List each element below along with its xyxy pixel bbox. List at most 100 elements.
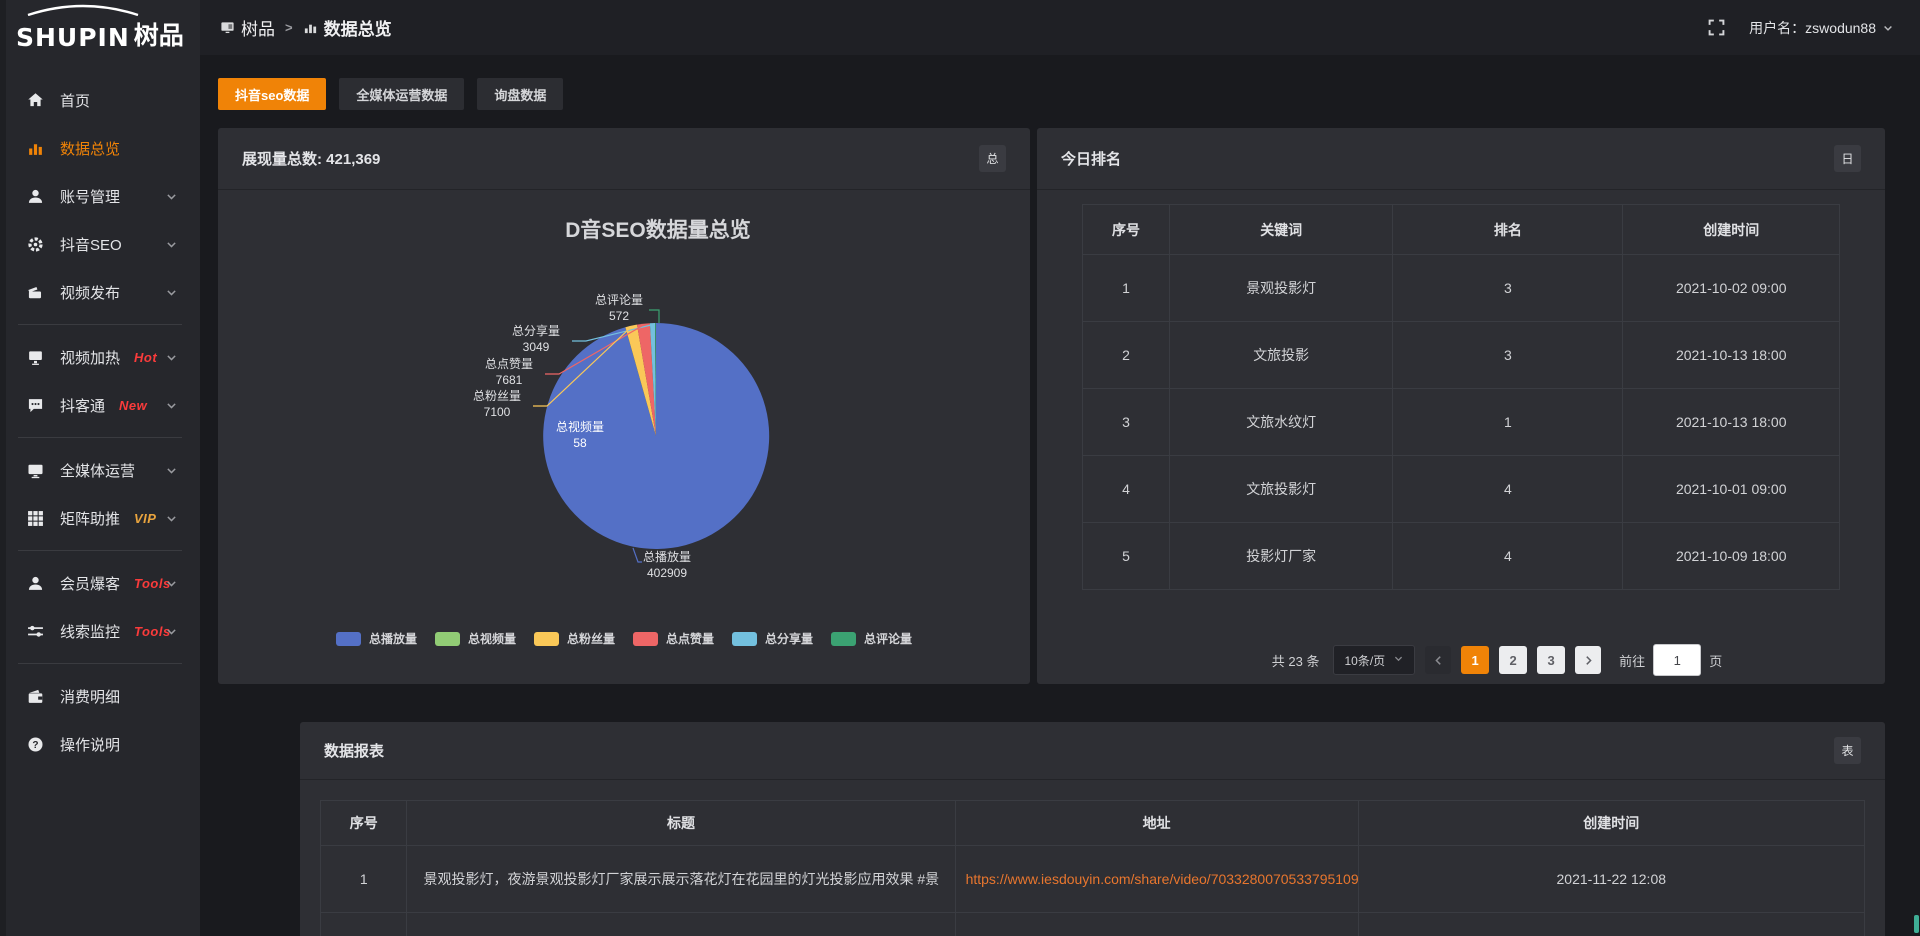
sidebar-item-member-burst[interactable]: 会员爆客Tools	[0, 559, 200, 607]
sidebar-item-label: 数据总览	[60, 138, 120, 159]
table-row	[321, 913, 1865, 936]
sidebar-item-douketong[interactable]: 抖客通New	[0, 381, 200, 429]
pie-label-3: 总粉丝量7100	[442, 388, 552, 420]
goto-page: 前往页	[1619, 644, 1722, 676]
legend-swatch	[336, 632, 361, 646]
legend-item[interactable]: 总分享量	[732, 630, 813, 647]
legend-item[interactable]: 总粉丝量	[534, 630, 615, 647]
table-cell: 投影灯厂家	[1170, 523, 1393, 590]
home-icon	[27, 91, 45, 109]
table-row: 1景观投影灯，夜游景观投影灯厂家展示展示落花灯在花园里的灯光投影应用效果 #景h…	[321, 846, 1865, 913]
table-cell: 文旅水纹灯	[1170, 389, 1393, 456]
user-menu[interactable]: 用户名：zswodun88	[1749, 18, 1894, 38]
sidebar-nav: 首页数据总览账号管理抖音SEO视频发布视频加热Hot抖客通New全媒体运营矩阵助…	[0, 76, 200, 768]
page-size-select[interactable]: 10条/页	[1333, 645, 1415, 675]
pagination: 共 23 条10条/页123前往页	[1073, 644, 1920, 676]
gear-icon	[27, 235, 45, 253]
sidebar-item-label: 首页	[60, 90, 90, 111]
sidebar-item-douyin-seo[interactable]: 抖音SEO	[0, 220, 200, 268]
monitor2-icon	[27, 348, 45, 366]
legend-swatch	[534, 632, 559, 646]
page-1[interactable]: 1	[1461, 646, 1489, 674]
ranking-day-toggle-button[interactable]: 日	[1834, 145, 1861, 172]
sidebar-item-help[interactable]: ?操作说明	[0, 720, 200, 768]
sidebar-item-label: 视频发布	[60, 282, 120, 303]
sidebar-item-account[interactable]: 账号管理	[0, 172, 200, 220]
logo[interactable]: SHUPIN 树品	[0, 0, 200, 62]
table-cell: 2021-10-01 09:00	[1623, 456, 1840, 523]
svg-text:?: ?	[32, 739, 38, 750]
sidebar-item-label: 线索监控	[60, 621, 120, 642]
sidebar-item-consume-detail[interactable]: 消费明细	[0, 672, 200, 720]
legend-label: 总点赞量	[666, 630, 714, 647]
sidebar-divider	[18, 663, 182, 664]
page-2[interactable]: 2	[1499, 646, 1527, 674]
tab-media-ops[interactable]: 全媒体运营数据	[339, 78, 464, 110]
sidebar-item-label: 矩阵助推	[60, 508, 120, 529]
ranking-col-header: 创建时间	[1623, 205, 1840, 255]
tab-douyin-seo[interactable]: 抖音seo数据	[218, 78, 326, 110]
fullscreen-icon[interactable]	[1708, 19, 1725, 36]
legend-label: 总分享量	[765, 630, 813, 647]
sidebar-item-media-ops[interactable]: 全媒体运营	[0, 446, 200, 494]
sidebar-item-video-heat[interactable]: 视频加热Hot	[0, 333, 200, 381]
prev-page-button[interactable]	[1425, 646, 1451, 674]
chevron-down-icon	[165, 464, 178, 481]
legend-item[interactable]: 总播放量	[336, 630, 417, 647]
breadcrumb-root[interactable]: 树品	[241, 15, 275, 40]
sidebar-item-data-overview[interactable]: 数据总览	[0, 124, 200, 172]
report-created-cell: 2021-11-22 12:08	[1358, 846, 1864, 913]
table-cell: 2021-10-13 18:00	[1623, 322, 1840, 389]
chevron-down-icon	[1393, 653, 1404, 667]
report-url-link[interactable]: https://www.iesdouyin.com/share/video/70…	[955, 846, 1358, 913]
sidebar: SHUPIN 树品 首页数据总览账号管理抖音SEO 视频发布视频加热Hot抖客通N…	[0, 0, 200, 936]
chat-icon	[27, 396, 45, 414]
sidebar-item-video-publish[interactable]: 视频发布	[0, 268, 200, 316]
ranking-col-header: 关键词	[1170, 205, 1393, 255]
legend-item[interactable]: 总评论量	[831, 630, 912, 647]
chevron-down-icon	[1882, 22, 1894, 34]
report-col-header: 地址	[955, 801, 1358, 846]
table-cell: 1	[1083, 255, 1170, 322]
legend-label: 总播放量	[369, 630, 417, 647]
legend-label: 总视频量	[468, 630, 516, 647]
sidebar-item-matrix-boost[interactable]: 矩阵助推VIP	[0, 494, 200, 542]
sidebar-divider	[18, 324, 182, 325]
chevron-down-icon	[165, 399, 178, 416]
page-3[interactable]: 3	[1537, 646, 1565, 674]
table-row: 1景观投影灯32021-10-02 09:00	[1083, 255, 1840, 322]
report-panel: 数据报表 表 序号标题地址创建时间 1景观投影灯，夜游景观投影灯厂家展示展示落花…	[300, 722, 1885, 936]
overview-total-toggle-button[interactable]: 总	[979, 145, 1006, 172]
scrollbar-thumb[interactable]	[1914, 915, 1919, 933]
app-monitor-icon	[220, 20, 235, 35]
table-cell: 2021-10-02 09:00	[1623, 255, 1840, 322]
table-cell: 2021-10-13 18:00	[1623, 389, 1840, 456]
bar-icon	[27, 139, 45, 157]
pie-label-1: 总播放量402909	[612, 549, 722, 581]
sidebar-item-home[interactable]: 首页	[0, 76, 200, 124]
legend-item[interactable]: 总视频量	[435, 630, 516, 647]
table-cell: 文旅投影	[1170, 322, 1393, 389]
goto-page-input[interactable]	[1653, 644, 1701, 676]
next-page-button[interactable]	[1575, 646, 1601, 674]
sidebar-divider	[18, 550, 182, 551]
legend-item[interactable]: 总点赞量	[633, 630, 714, 647]
sidebar-item-label: 消费明细	[60, 686, 120, 707]
report-index-cell: 1	[321, 846, 407, 913]
sidebar-item-clue-monitor[interactable]: 线索监控Tools	[0, 607, 200, 655]
legend-label: 总粉丝量	[567, 630, 615, 647]
table-cell	[955, 913, 1358, 936]
legend-label: 总评论量	[864, 630, 912, 647]
seo-overview-panel: 展现量总数: 421,369 总 D音SEO数据量总览 总评论量572总分享量3…	[218, 128, 1030, 684]
table-cell	[1358, 913, 1864, 936]
report-col-header: 创建时间	[1358, 801, 1864, 846]
overview-total-label: 展现量总数: 421,369	[242, 148, 380, 169]
table-cell: 5	[1083, 523, 1170, 590]
table-cell: 4	[1083, 456, 1170, 523]
tab-inquiry[interactable]: 询盘数据	[477, 78, 563, 110]
main-content: 抖音seo数据全媒体运营数据询盘数据 展现量总数: 421,369 总 D音SE…	[200, 55, 1920, 936]
goto-unit: 页	[1709, 651, 1722, 670]
chevron-down-icon	[165, 577, 178, 594]
report-table-toggle-button[interactable]: 表	[1834, 737, 1861, 764]
badge-new: New	[119, 398, 147, 413]
